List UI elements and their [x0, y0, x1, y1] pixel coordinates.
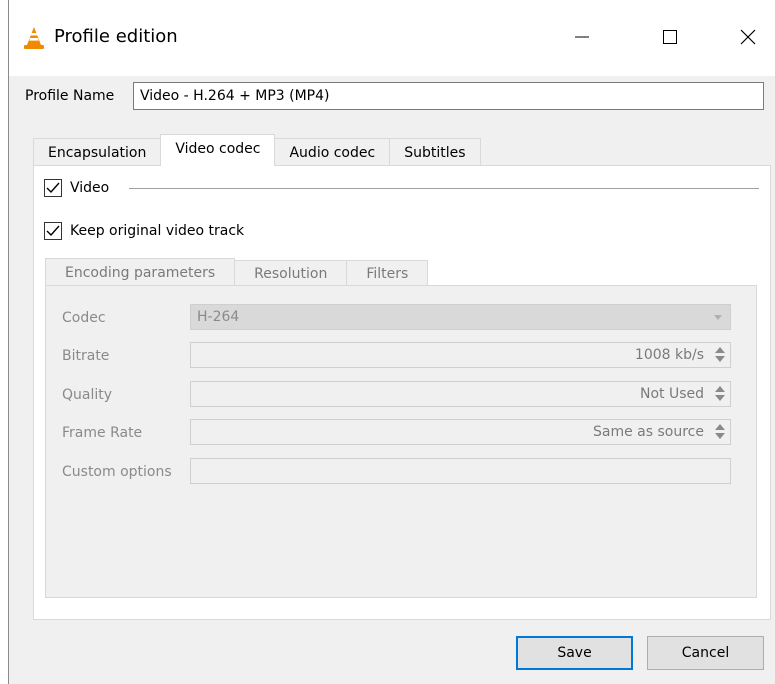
- checkmark-icon: [46, 182, 60, 194]
- video-subtabs: Encoding parameters Resolution Filters: [45, 258, 429, 286]
- vlc-cone-icon: [23, 26, 45, 50]
- bitrate-spinbox[interactable]: 1008 kb/s: [190, 342, 731, 368]
- minimize-button[interactable]: [559, 14, 605, 60]
- video-group-divider: [129, 188, 759, 189]
- keep-original-label: Keep original video track: [70, 223, 245, 239]
- keep-original-row[interactable]: Keep original video track: [44, 222, 244, 240]
- tab-encapsulation[interactable]: Encapsulation: [33, 138, 162, 166]
- subtab-filters[interactable]: Filters: [346, 260, 429, 286]
- subtab-resolution[interactable]: Resolution: [234, 260, 348, 286]
- bitrate-label: Bitrate: [62, 348, 110, 364]
- tab-subtitles[interactable]: Subtitles: [389, 138, 481, 166]
- frame-rate-value: Same as source: [593, 424, 704, 440]
- quality-value: Not Used: [639, 386, 704, 402]
- custom-options-label: Custom options: [62, 464, 172, 480]
- minimize-icon: [575, 36, 589, 38]
- codec-tabs: Encapsulation Video codec Audio codec Su…: [33, 134, 481, 166]
- maximize-icon: [663, 30, 677, 44]
- video-checkbox-label: Video: [70, 180, 110, 196]
- video-checkbox[interactable]: [44, 179, 62, 197]
- close-button[interactable]: [725, 14, 771, 60]
- tab-video-codec[interactable]: Video codec: [160, 134, 276, 166]
- close-icon: [740, 29, 756, 45]
- subtab-encoding-parameters[interactable]: Encoding parameters: [45, 258, 236, 286]
- spin-arrows-icon[interactable]: [712, 385, 726, 403]
- encoding-parameters-panel: Codec H-264 Bitrate 1008 kb/s Quality No…: [45, 285, 757, 598]
- quality-label: Quality: [62, 387, 113, 403]
- profile-name-row: Profile Name: [9, 82, 775, 112]
- title-bar: Profile edition: [9, 0, 775, 76]
- profile-name-label: Profile Name: [25, 88, 115, 104]
- bitrate-value: 1008 kb/s: [634, 347, 704, 363]
- frame-rate-label: Frame Rate: [62, 425, 143, 441]
- tab-audio-codec[interactable]: Audio codec: [274, 138, 391, 166]
- spin-arrows-icon[interactable]: [712, 423, 726, 441]
- save-button[interactable]: Save: [516, 636, 633, 670]
- cancel-button[interactable]: Cancel: [647, 636, 764, 670]
- codec-value: H-264: [197, 309, 240, 325]
- keep-original-checkbox[interactable]: [44, 222, 62, 240]
- spin-arrows-icon[interactable]: [712, 346, 726, 364]
- quality-spinbox[interactable]: Not Used: [190, 381, 731, 407]
- video-checkbox-row[interactable]: Video: [44, 179, 109, 197]
- frame-rate-spinbox[interactable]: Same as source: [190, 419, 731, 445]
- profile-name-input[interactable]: [133, 82, 764, 110]
- video-codec-panel: Video Keep original video track Encoding…: [33, 165, 771, 620]
- profile-edition-dialog: Profile edition Profile Name Encapsulati…: [8, 0, 775, 684]
- checkmark-icon: [46, 225, 60, 237]
- window-title: Profile edition: [54, 26, 178, 47]
- codec-label: Codec: [62, 310, 106, 326]
- maximize-button[interactable]: [647, 14, 693, 60]
- custom-options-input[interactable]: [190, 458, 731, 484]
- chevron-down-icon: [714, 315, 722, 320]
- codec-select[interactable]: H-264: [190, 304, 731, 330]
